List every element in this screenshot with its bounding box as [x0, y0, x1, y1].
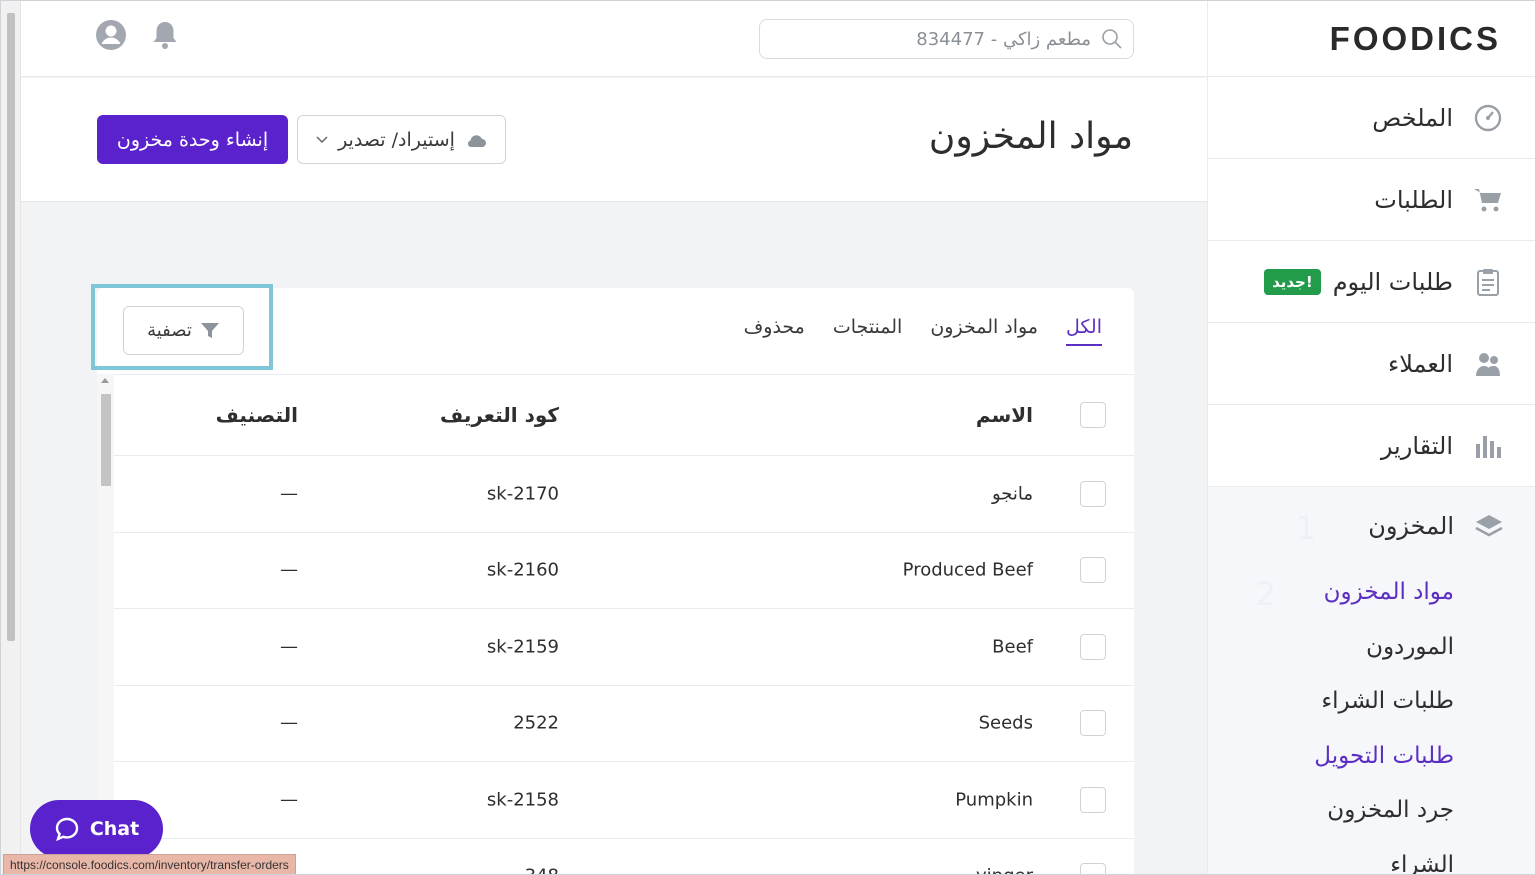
- sidebar-item-reports[interactable]: التقارير: [1208, 405, 1535, 487]
- tab-inventory-items[interactable]: مواد المخزون: [930, 316, 1038, 346]
- top-bar: مطعم زاكي - 834477: [21, 1, 1209, 77]
- row-code: 2522: [513, 712, 559, 734]
- chevron-down-icon: [316, 135, 328, 143]
- row-category: —: [280, 483, 298, 505]
- layers-icon: [1474, 512, 1504, 540]
- new-badge: جديد!: [1264, 268, 1321, 295]
- column-header-category[interactable]: التصنيف: [216, 403, 298, 427]
- sidebar: FOODICS الملخص الطلبات جديد! طلبات اليوم…: [1207, 1, 1535, 874]
- filter-label: تصفية: [147, 320, 192, 341]
- import-export-label: إستيراد/ تصدير: [338, 128, 455, 151]
- tab-deleted[interactable]: محذوف: [744, 316, 805, 346]
- user-avatar-icon[interactable]: [94, 18, 128, 52]
- table-scrollbar-thumb[interactable]: [101, 394, 111, 486]
- sidebar-item-label: المخزون: [1368, 512, 1454, 540]
- row-checkbox[interactable]: [1080, 557, 1106, 584]
- bar-chart-icon: [1473, 431, 1503, 461]
- row-name: Seeds: [978, 712, 1033, 734]
- page-title: مواد المخزون: [928, 116, 1133, 157]
- column-header-name[interactable]: الاسم: [976, 403, 1033, 427]
- table-row[interactable]: مانجو sk-2170 —: [114, 455, 1134, 532]
- filter-button[interactable]: تصفية: [123, 306, 244, 355]
- sidebar-subitem-inventory-count[interactable]: جرد المخزون: [1208, 783, 1535, 838]
- row-checkbox[interactable]: [1080, 863, 1106, 874]
- search-text: مطعم زاكي - 834477: [916, 28, 1091, 50]
- row-code: sk-2158: [486, 789, 559, 811]
- chat-bubble-icon: [55, 817, 79, 842]
- branch-search-input[interactable]: مطعم زاكي - 834477: [759, 19, 1134, 59]
- app-window: مطعم زاكي - 834477 مواد المخزون إنشاء وح…: [0, 0, 1536, 875]
- sidebar-item-label: طلبات اليوم: [1332, 267, 1453, 296]
- table-row[interactable]: Produced Beef sk-2160 —: [114, 531, 1134, 608]
- import-export-button[interactable]: إستيراد/ تصدير: [297, 115, 506, 164]
- main-area: مطعم زاكي - 834477 مواد المخزون إنشاء وح…: [21, 1, 1209, 874]
- row-name: Pumpkin: [955, 789, 1033, 811]
- tab-all[interactable]: الكل: [1066, 316, 1102, 346]
- row-name: Produced Beef: [902, 559, 1033, 581]
- sidebar-item-customers[interactable]: العملاء: [1208, 323, 1535, 405]
- sidebar-item-orders[interactable]: الطلبات: [1208, 159, 1535, 241]
- filter-focus-ring: تصفية: [91, 284, 273, 370]
- table-row[interactable]: Seeds 2522 —: [114, 684, 1134, 761]
- row-checkbox[interactable]: [1080, 710, 1106, 737]
- sidebar-item-label: الملخص: [1372, 103, 1453, 132]
- row-checkbox[interactable]: [1080, 633, 1106, 660]
- sidebar-subitem-label: مواد المخزون: [1323, 579, 1454, 606]
- column-header-code[interactable]: كود التعريف: [440, 403, 559, 427]
- row-category: —: [280, 559, 298, 581]
- sidebar-subitem-purchasing[interactable]: الشراء: [1208, 838, 1535, 874]
- page-header: مواد المخزون إنشاء وحدة مخزون إستيراد/ ت…: [21, 78, 1209, 202]
- row-code: sk-2170: [486, 483, 559, 505]
- scroll-up-icon[interactable]: [101, 378, 109, 383]
- sidebar-item-label: الطلبات: [1374, 185, 1453, 214]
- create-inventory-item-button[interactable]: إنشاء وحدة مخزون: [97, 115, 288, 164]
- sidebar-section-inventory: 1 المخزون 2 مواد المخزون الموردون طلبات …: [1208, 487, 1535, 874]
- row-name: vinger: [976, 866, 1033, 874]
- row-checkbox[interactable]: [1080, 786, 1106, 813]
- table-header-row: الاسم كود التعريف التصنيف: [114, 374, 1134, 455]
- window-scrollbar[interactable]: [1, 1, 21, 874]
- row-checkbox[interactable]: [1080, 480, 1106, 507]
- sidebar-item-today-orders[interactable]: جديد! طلبات اليوم: [1208, 241, 1535, 323]
- sidebar-subitem-inventory-items[interactable]: 2 مواد المخزون: [1208, 565, 1535, 620]
- clipboard-icon: [1473, 267, 1503, 297]
- chat-label: Chat: [89, 818, 140, 840]
- sidebar-item-label: العملاء: [1387, 349, 1453, 378]
- chat-button[interactable]: Chat: [30, 800, 163, 858]
- inventory-table: الاسم كود التعريف التصنيف مانجو sk-2170 …: [114, 374, 1134, 874]
- row-name: مانجو: [991, 483, 1033, 505]
- logo-text: FOODICS: [1329, 19, 1501, 57]
- bell-icon[interactable]: [148, 18, 182, 52]
- item-tabs: الكل مواد المخزون المنتجات محذوف: [744, 316, 1102, 346]
- table-row[interactable]: Pumpkin sk-2158 —: [114, 761, 1134, 838]
- row-category: —: [280, 712, 298, 734]
- row-category: —: [280, 789, 298, 811]
- ghost-number: 1: [1295, 509, 1316, 547]
- sidebar-subitem-transfer-orders[interactable]: طلبات التحويل: [1208, 729, 1535, 784]
- cloud-icon: [467, 134, 486, 147]
- funnel-icon: [200, 322, 219, 338]
- sidebar-subitem-suppliers[interactable]: الموردون: [1208, 620, 1535, 675]
- select-all-checkbox[interactable]: [1080, 402, 1106, 428]
- dashboard-gauge-icon: [1473, 103, 1503, 133]
- tab-products[interactable]: المنتجات: [833, 316, 902, 346]
- row-code: sk-2159: [486, 636, 559, 658]
- row-name: Beef: [992, 636, 1033, 658]
- brand-logo[interactable]: FOODICS: [1208, 1, 1535, 77]
- window-scrollbar-thumb[interactable]: [7, 13, 15, 641]
- row-category: —: [280, 636, 298, 658]
- table-row[interactable]: Beef sk-2159 —: [114, 608, 1134, 685]
- search-icon: [1102, 29, 1122, 49]
- sidebar-item-inventory[interactable]: 1 المخزون: [1208, 487, 1535, 565]
- sidebar-item-label: التقارير: [1380, 431, 1453, 460]
- row-code: 348: [525, 866, 559, 874]
- cart-icon: [1473, 185, 1503, 215]
- sidebar-subitem-purchase-orders[interactable]: طلبات الشراء: [1208, 674, 1535, 729]
- users-icon: [1473, 349, 1503, 379]
- row-code: sk-2160: [486, 559, 559, 581]
- ghost-number: 2: [1255, 575, 1276, 613]
- inventory-items-card: الكل مواد المخزون المنتجات محذوف تصفية ا…: [91, 284, 1134, 874]
- status-bar-url: https://console.foodics.com/inventory/tr…: [3, 854, 296, 874]
- sidebar-item-dashboard[interactable]: الملخص: [1208, 77, 1535, 159]
